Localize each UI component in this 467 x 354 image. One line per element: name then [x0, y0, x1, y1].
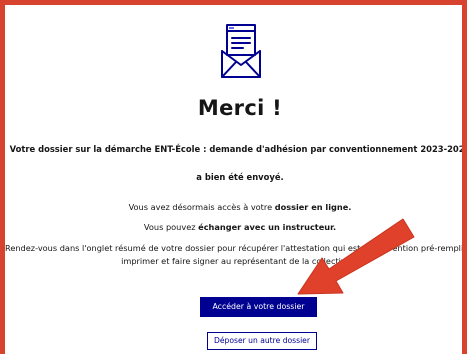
instructor-prefix: Vous pouvez — [143, 222, 199, 232]
new-dossier-button[interactable]: Déposer un autre dossier — [207, 332, 317, 350]
access-dossier-button[interactable]: Accéder à votre dossier — [200, 297, 317, 317]
confirmation-heading: Votre dossier sur la démarche ENT-École … — [9, 144, 462, 154]
confirmation-page: Merci ! Votre dossier sur la démarche EN… — [5, 5, 462, 354]
online-access-prefix: Vous avez désormais accès à votre — [128, 202, 275, 212]
confirmation-heading-cont: a bien été envoyé. — [196, 172, 284, 182]
envelope-icon — [221, 24, 261, 78]
instructor-bold: échanger avec un instructeur. — [198, 222, 337, 232]
instructor-text: Vous pouvez échanger avec un instructeur… — [5, 222, 462, 233]
attestation-text-cont: imprimer et faire signer au représentant… — [121, 256, 359, 266]
page-title: Merci ! — [197, 96, 283, 120]
online-access-bold: dossier en ligne. — [274, 202, 352, 212]
online-access-text: Vous avez désormais accès à votre dossie… — [5, 202, 462, 213]
attestation-text: Rendez-vous dans l'onglet résumé de votr… — [5, 243, 462, 253]
